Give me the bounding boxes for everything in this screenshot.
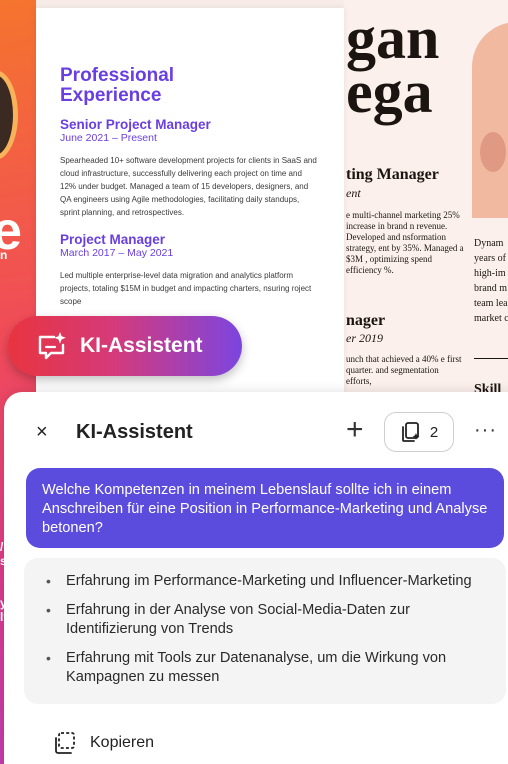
panel-header: × KI-Assistent + 2 ··· — [4, 392, 508, 474]
background-date-2: er 2019 — [346, 331, 383, 345]
new-chat-button[interactable]: + — [346, 415, 364, 445]
job-title: Project Manager — [60, 232, 166, 247]
background-date: ent — [346, 186, 361, 200]
background-paragraph: e multi-channel marketing 25% increase i… — [346, 210, 464, 275]
copy-icon — [55, 732, 75, 754]
answer-list-item: Erfahrung im Performance-Marketing und I… — [44, 572, 490, 591]
sparkle-chat-icon — [38, 332, 66, 360]
background-avatar — [0, 70, 18, 160]
panel-title: KI-Assistent — [76, 421, 193, 443]
ki-assistant-pill-button[interactable]: KI-Assistent — [8, 316, 242, 376]
background-role: ting Manager — [346, 166, 439, 183]
user-question-bubble: Welche Kompetenzen in meinem Lebenslauf … — [26, 468, 504, 548]
assistant-answer-card: Erfahrung im Performance-Marketing und I… — [24, 558, 506, 704]
resume-job: Senior Project Manager June 2021 – Prese… — [60, 118, 344, 219]
background-small-letter: n — [0, 248, 8, 262]
copy-label: Kopieren — [90, 734, 155, 751]
attached-documents-button[interactable]: 2 — [384, 412, 454, 452]
background-side-text: Dynam years of high-im brand m team lea … — [474, 238, 508, 324]
job-date: March 2017 – May 2021 — [60, 247, 174, 259]
background-paragraph-2: unch that achieved a 40% e first quarter… — [346, 354, 462, 386]
more-options-icon[interactable]: ··· — [474, 419, 497, 442]
resume-section-title: Professional Experience — [60, 65, 175, 106]
ki-assistant-pill-label: KI-Assistent — [80, 334, 203, 357]
copy-button[interactable]: Kopieren — [52, 730, 154, 756]
ki-assistant-panel: × KI-Assistent + 2 ··· Welche Kompetenze… — [4, 392, 508, 764]
resume-job: Project Manager March 2017 – May 2021 Le… — [60, 233, 344, 308]
background-role-2: nager — [346, 312, 386, 329]
job-description: Spearheaded 10+ software development pro… — [60, 156, 317, 217]
job-description: Led multiple enterprise-level data migra… — [60, 271, 312, 306]
background-portrait — [472, 22, 508, 218]
job-title: Senior Project Manager — [60, 117, 211, 132]
background-divider — [474, 358, 508, 359]
job-date: June 2021 – Present — [60, 132, 157, 144]
answer-list-item: Erfahrung in der Analyse von Social-Medi… — [44, 601, 490, 639]
answer-list: Erfahrung im Performance-Marketing und I… — [44, 572, 490, 687]
document-sparkle-icon — [401, 422, 420, 442]
answer-list-item: Erfahrung mit Tools zur Datenanalyse, um… — [44, 649, 490, 687]
background-name-line2: ega — [346, 59, 433, 125]
close-icon[interactable]: × — [36, 422, 48, 442]
document-count: 2 — [429, 423, 439, 441]
